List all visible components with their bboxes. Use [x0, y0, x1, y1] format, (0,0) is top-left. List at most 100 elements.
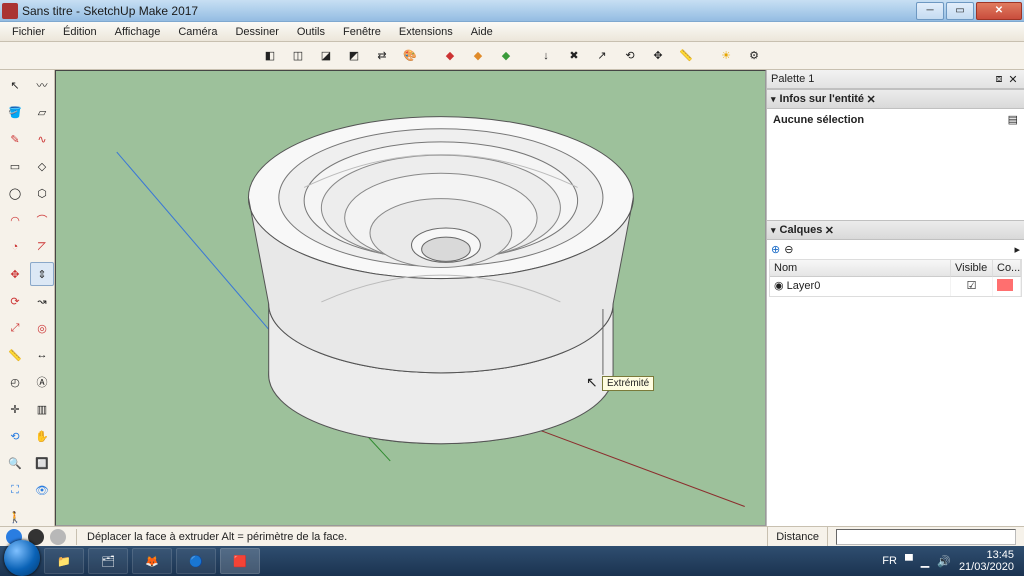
followme-icon[interactable]: ↝ [30, 289, 54, 313]
task-explorer[interactable]: 📁 [44, 548, 84, 574]
arrow-down-red[interactable]: ↓ [535, 45, 557, 67]
measurement-input[interactable] [836, 529, 1016, 545]
arc-2pt-icon[interactable]: ◠ [3, 208, 27, 232]
move-icon[interactable]: ✥ [3, 262, 27, 286]
axes-icon[interactable]: ✛ [3, 397, 27, 421]
menu-édition[interactable]: Édition [55, 24, 105, 40]
collapse-arrow-icon: ▾ [771, 225, 776, 236]
window-titlebar: Sans titre - SketchUp Make 2017 ─ ▭ ✕ [0, 0, 1024, 22]
paint-bucket[interactable]: 🪣 [3, 100, 27, 124]
viewport-canvas [56, 71, 765, 526]
rect-rotated-icon[interactable]: ◇ [30, 154, 54, 178]
tape-small[interactable]: 📏 [675, 45, 697, 67]
offset-icon[interactable]: ◎ [30, 316, 54, 340]
rotate-icon[interactable]: ⟳ [3, 289, 27, 313]
layer-radio[interactable]: ◉ [774, 280, 784, 292]
layer-visible-checkbox[interactable]: ☑ [967, 280, 977, 292]
palette-icon[interactable]: 🎨 [399, 45, 421, 67]
tray-flag-icon[interactable]: ▀ [905, 555, 913, 567]
menu-caméra[interactable]: Caméra [170, 24, 225, 40]
menu-affichage[interactable]: Affichage [107, 24, 169, 40]
entity-info-close-icon[interactable]: ✕ [864, 92, 878, 106]
menu-extensions[interactable]: Extensions [391, 24, 461, 40]
section-icon[interactable]: ▥ [30, 397, 54, 421]
tray-close-icon[interactable]: ✕ [1006, 72, 1020, 86]
layers-col-name[interactable]: Nom [770, 260, 951, 277]
pencil-icon[interactable]: ✎ [3, 127, 27, 151]
minimize-button[interactable]: ─ [916, 2, 944, 20]
push-orange[interactable]: ◆ [467, 45, 489, 67]
close-button[interactable]: ✕ [976, 2, 1022, 20]
arrow-diag[interactable]: ↗ [591, 45, 613, 67]
layer-row[interactable]: ◉ Layer0 ☑ [770, 277, 1021, 296]
measurement-label: Distance [767, 527, 827, 546]
scale-icon[interactable]: ⤢ [3, 316, 27, 340]
tray-clock[interactable]: 13:45 21/03/2020 [959, 549, 1014, 573]
menu-fichier[interactable]: Fichier [4, 24, 53, 40]
add-layer-button[interactable]: ⊕ [771, 243, 780, 256]
gear-icon[interactable]: ⚙ [743, 45, 765, 67]
tray-title: Palette 1 [771, 73, 814, 85]
tray-pin-icon[interactable]: ⧈ [992, 72, 1006, 86]
entity-filter-icon[interactable]: ▤ [1008, 113, 1018, 126]
task-chrome[interactable]: 🔵 [176, 548, 216, 574]
select-arrow[interactable]: ↖ [3, 73, 27, 97]
start-button[interactable] [4, 540, 40, 576]
layers-col-color[interactable]: Co... [993, 260, 1021, 277]
sun-icon[interactable]: ☀ [715, 45, 737, 67]
tray-lang[interactable]: FR [882, 555, 897, 567]
credits-icon[interactable] [50, 529, 66, 545]
orbit-small[interactable]: ⟲ [619, 45, 641, 67]
pan-small[interactable]: ✥ [647, 45, 669, 67]
eraser-icon[interactable]: ▱ [30, 100, 54, 124]
menu-dessiner[interactable]: Dessiner [227, 24, 286, 40]
cube-solid[interactable]: ◧ [259, 45, 281, 67]
layers-col-visible[interactable]: Visible [951, 260, 993, 277]
pie-icon[interactable]: ◔ [3, 235, 27, 259]
3d-viewport[interactable]: ↖ Extrémité [55, 70, 766, 526]
tape-icon[interactable]: 📏 [3, 343, 27, 367]
task-firefox[interactable]: 🦊 [132, 548, 172, 574]
task-folder[interactable]: 🗂 [88, 548, 128, 574]
maximize-button[interactable]: ▭ [946, 2, 974, 20]
lasso-icon[interactable]: 〰 [30, 73, 54, 97]
task-sketchup[interactable]: 🟥 [220, 548, 260, 574]
tray-volume-icon[interactable]: 🔊 [937, 555, 951, 568]
tray-titlebar[interactable]: Palette 1 ⧈ ✕ [767, 70, 1024, 89]
tray-date: 21/03/2020 [959, 561, 1014, 573]
layers-header[interactable]: ▾ Calques ✕ [767, 220, 1024, 240]
zoom-icon[interactable]: 🔍 [3, 451, 27, 475]
dimension-icon[interactable]: ↔ [30, 343, 54, 367]
zoom-window-icon[interactable]: 🔲 [30, 451, 54, 475]
polygon-icon[interactable]: ⬡ [30, 181, 54, 205]
swap-icon[interactable]: ⇄ [371, 45, 393, 67]
pushpull-icon[interactable]: ⇕ [30, 262, 54, 286]
entity-info-header[interactable]: ▾ Infos sur l'entité ✕ [767, 89, 1024, 109]
menu-outils[interactable]: Outils [289, 24, 333, 40]
cube-color[interactable]: ◩ [343, 45, 365, 67]
arc3-icon[interactable]: ⦢ [30, 235, 54, 259]
cube-hidden[interactable]: ◪ [315, 45, 337, 67]
orbit-icon[interactable]: ⟲ [3, 424, 27, 448]
walk-icon[interactable]: 🚶 [3, 505, 27, 529]
cube-wire[interactable]: ◫ [287, 45, 309, 67]
cross-red[interactable]: ✖ [563, 45, 585, 67]
zoom-extents-icon[interactable]: ⛶ [3, 478, 27, 502]
layers-close-icon[interactable]: ✕ [822, 223, 836, 237]
arc-icon[interactable]: ⌒ [30, 208, 54, 232]
protractor-icon[interactable]: ◴ [3, 370, 27, 394]
freehand-icon[interactable]: ∿ [30, 127, 54, 151]
layers-menu-button[interactable]: ▸ [1014, 243, 1020, 256]
remove-layer-button[interactable]: ⊖ [784, 243, 793, 256]
pan-icon[interactable]: ✋ [30, 424, 54, 448]
text-label-icon[interactable]: Ⓐ [30, 370, 54, 394]
menu-aide[interactable]: Aide [463, 24, 501, 40]
circle-icon[interactable]: ◯ [3, 181, 27, 205]
layer-color-swatch[interactable] [997, 279, 1013, 291]
tray-network-icon[interactable]: ▁ [921, 555, 929, 568]
look-around-icon[interactable]: 👁 [30, 478, 54, 502]
push-red[interactable]: ◆ [439, 45, 461, 67]
menu-fenêtre[interactable]: Fenêtre [335, 24, 389, 40]
push-green[interactable]: ◆ [495, 45, 517, 67]
rectangle-icon[interactable]: ▭ [3, 154, 27, 178]
